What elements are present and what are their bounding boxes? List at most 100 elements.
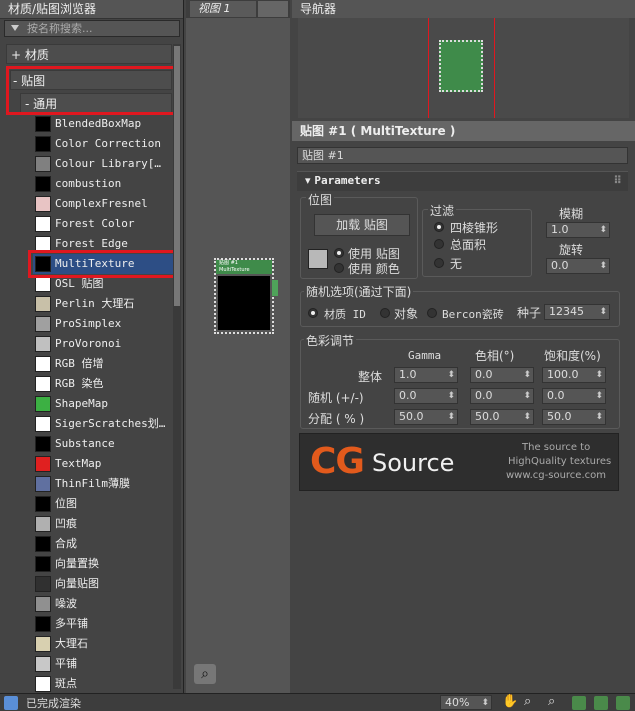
list-item-label: Perlin 大理石 (55, 297, 135, 310)
map-node[interactable]: 贴图 #1 MultiTexture (214, 258, 278, 334)
tab-empty[interactable] (258, 1, 288, 17)
zoom-region-icon[interactable]: ⌕ (548, 694, 555, 709)
row-label: 随机 (+/-) (308, 391, 364, 405)
use-color-radio[interactable] (334, 263, 344, 273)
rotate-label: 旋转 (559, 243, 584, 257)
blur-spinner[interactable]: 1.0 (546, 222, 610, 238)
adjust-spinner[interactable]: 0.0 (470, 367, 534, 383)
map-swatch-icon (35, 216, 51, 232)
list-item[interactable]: 大理石 (33, 634, 173, 654)
frame-view-icon[interactable] (616, 696, 630, 710)
banner-cg: CG (310, 441, 365, 482)
col-header-saturation: 饱和度(%) (544, 349, 601, 363)
list-item-label: 向量贴图 (55, 577, 99, 590)
list-item[interactable]: 凹痕 (33, 514, 173, 534)
map-swatch-icon (35, 156, 51, 172)
list-item-label: ProSimplex (55, 317, 122, 330)
list-item[interactable]: 斑点 (33, 674, 173, 694)
color-swatch[interactable] (308, 249, 328, 269)
frame-selected-icon[interactable] (572, 696, 586, 710)
zoom-dropdown[interactable]: 40% (440, 695, 492, 710)
list-item-label: BlendedBoxMap (55, 117, 142, 130)
list-item[interactable]: Substance (33, 434, 173, 454)
list-item[interactable]: ThinFilm薄膜 (33, 474, 173, 494)
adjust-spinner[interactable]: 50.0 (470, 409, 534, 425)
filter-pyramidal-radio[interactable] (434, 222, 444, 232)
map-name-field[interactable]: 贴图 #1 (297, 147, 628, 164)
adjust-spinner[interactable]: 0.0 (470, 388, 534, 404)
list-item[interactable]: ShapeMap (33, 394, 173, 414)
adjust-spinner[interactable]: 1.0 (394, 367, 458, 383)
random-group-label: 随机选项(通过下面) (304, 283, 414, 300)
view-panel[interactable]: 视图 1 (186, 0, 290, 693)
seed-spinner[interactable]: 12345 (544, 304, 610, 320)
binoculars-icon[interactable]: ⌕ (194, 664, 216, 684)
list-item[interactable]: 噪波 (33, 594, 173, 614)
filter-summed-radio[interactable] (434, 239, 444, 249)
adjust-spinner[interactable]: 100.0 (542, 367, 606, 383)
list-item[interactable]: 多平铺 (33, 614, 173, 634)
list-item[interactable]: Forest Color (33, 214, 173, 234)
map-swatch-icon (35, 296, 51, 312)
random-material-id-radio[interactable] (308, 308, 318, 318)
frame-all-icon[interactable] (594, 696, 608, 710)
list-item[interactable]: Color Correction (33, 134, 173, 154)
browser-scrollbar[interactable] (173, 44, 181, 689)
list-item[interactable]: BlendedBoxMap (33, 114, 173, 134)
pan-hand-icon[interactable]: ✋ (502, 694, 518, 709)
navigator-area[interactable] (298, 18, 629, 118)
group-materials[interactable]: + 材质 (6, 44, 172, 64)
random-object-radio[interactable] (380, 308, 390, 318)
row-label: 分配 ( % ) (308, 412, 365, 426)
adjust-spinner[interactable]: 50.0 (542, 409, 606, 425)
drag-handle-icon[interactable]: ⠿ (613, 172, 622, 190)
list-item[interactable]: 平铺 (33, 654, 173, 674)
dropdown-arrow-icon[interactable] (11, 25, 19, 31)
rotate-spinner[interactable]: 0.0 (546, 258, 610, 274)
map-swatch-icon (35, 536, 51, 552)
map-swatch-icon (35, 576, 51, 592)
list-item[interactable]: 向量贴图 (33, 574, 173, 594)
map-swatch-icon (35, 456, 51, 472)
list-item[interactable]: 合成 (33, 534, 173, 554)
list-item[interactable]: ProVoronoi (33, 334, 173, 354)
map-swatch-icon (35, 176, 51, 192)
list-item[interactable]: ComplexFresnel (33, 194, 173, 214)
filter-summed-label: 总面积 (450, 238, 487, 252)
tab-view-1[interactable]: 视图 1 (190, 1, 256, 17)
list-item-label: 斑点 (55, 677, 77, 690)
list-item[interactable]: Colour Library[… (33, 154, 173, 174)
list-item-label: Forest Color (55, 217, 135, 230)
list-item[interactable]: 位图 (33, 494, 173, 514)
status-bar: 已完成渲染 40% ✋ ⌕ ⌕ (0, 693, 635, 711)
rollout-title: Parameters (314, 174, 381, 187)
map-swatch-icon (35, 136, 51, 152)
list-item[interactable]: RGB 倍增 (33, 354, 173, 374)
list-item[interactable]: RGB 染色 (33, 374, 173, 394)
adjust-spinner[interactable]: 0.0 (394, 388, 458, 404)
list-item[interactable]: SigerScratches划… (33, 414, 173, 434)
adjust-spinner[interactable]: 0.0 (542, 388, 606, 404)
zoom-icon[interactable]: ⌕ (524, 694, 531, 709)
node-output-port[interactable] (272, 280, 278, 296)
list-item[interactable]: TextMap (33, 454, 173, 474)
map-swatch-icon (35, 416, 51, 432)
use-map-radio[interactable] (334, 248, 344, 258)
load-map-button[interactable]: 加载 贴图 (314, 214, 410, 236)
list-item-label: 向量置换 (55, 557, 99, 570)
filter-none-radio[interactable] (434, 258, 444, 268)
scrollbar-thumb[interactable] (174, 46, 180, 306)
list-item[interactable]: ProSimplex (33, 314, 173, 334)
list-item[interactable]: Perlin 大理石 (33, 294, 173, 314)
status-text: 已完成渲染 (26, 697, 81, 710)
random-bercon-radio[interactable] (427, 308, 437, 318)
list-item-label: RGB 倍增 (55, 357, 104, 370)
list-item[interactable]: combustion (33, 174, 173, 194)
list-item-label: ThinFilm薄膜 (55, 477, 130, 490)
render-status-icon (4, 696, 18, 710)
map-swatch-icon (35, 436, 51, 452)
search-input[interactable]: 按名称搜索... (4, 20, 180, 37)
list-item[interactable]: 向量置换 (33, 554, 173, 574)
adjust-spinner[interactable]: 50.0 (394, 409, 458, 425)
parameters-rollout[interactable]: ▾ Parameters ⠿ (297, 171, 628, 191)
